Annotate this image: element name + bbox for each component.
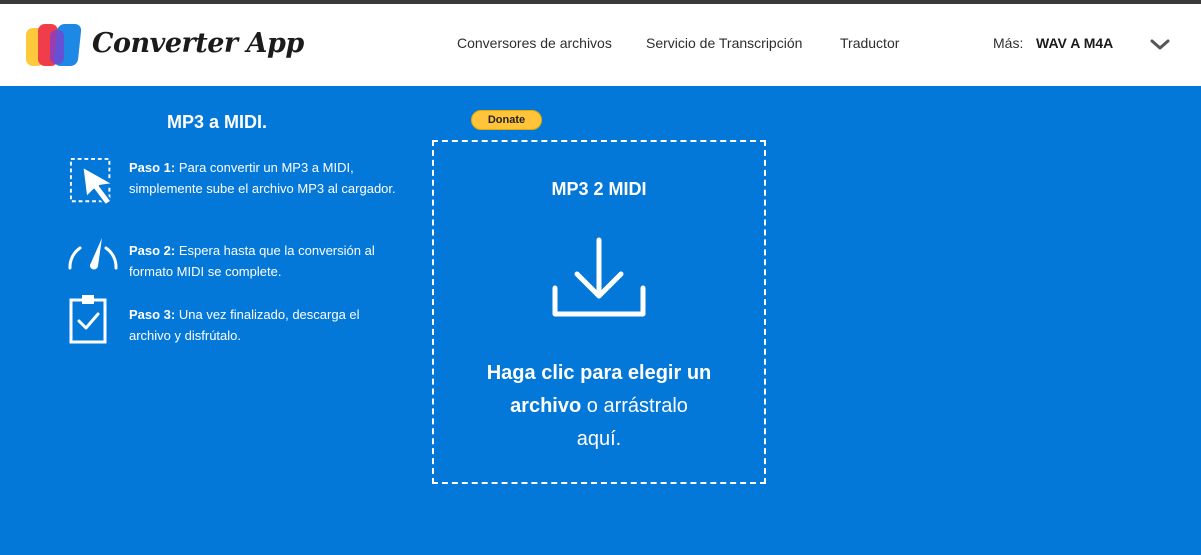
step-3-text: Paso 3: Una vez finalizado, descarga el … bbox=[129, 304, 397, 346]
file-drop-zone[interactable]: MP3 2 MIDI Haga clic para elegir un arch… bbox=[432, 140, 766, 484]
donate-button[interactable]: Donate bbox=[471, 110, 542, 130]
site-header: Converter App Conversores de archivos Se… bbox=[0, 4, 1201, 86]
step-1-text: Paso 1: Para convertir un MP3 a MIDI, si… bbox=[129, 157, 397, 199]
converter-app-logo-icon[interactable] bbox=[24, 22, 84, 68]
upload-title: MP3 2 MIDI bbox=[551, 179, 647, 199]
nav-translator[interactable]: Traductor bbox=[840, 35, 899, 51]
step-2-text: Paso 2: Espera hasta que la conversión a… bbox=[129, 240, 397, 282]
download-icon bbox=[552, 237, 646, 317]
page-title: MP3 a MIDI. bbox=[166, 112, 268, 132]
step-3-label: Paso 3: bbox=[129, 307, 176, 322]
upload-instructions: Haga clic para elegir un archivo o arrás… bbox=[458, 357, 740, 456]
step-2-label: Paso 2: bbox=[129, 243, 176, 258]
cursor-select-icon bbox=[69, 157, 115, 207]
upload-cta-file[interactable]: archivo bbox=[510, 395, 581, 417]
upload-cta-primary[interactable]: Haga clic para elegir un bbox=[487, 362, 712, 384]
upload-cta-drag: o arrástralo bbox=[581, 395, 688, 417]
more-label: Más: bbox=[993, 35, 1024, 51]
nav-file-converters[interactable]: Conversores de archivos bbox=[457, 35, 612, 51]
upload-cta-here: aquí. bbox=[576, 428, 622, 450]
chevron-down-icon[interactable] bbox=[1150, 38, 1170, 52]
brand-name[interactable]: Converter App bbox=[92, 28, 304, 59]
nav-transcription-service[interactable]: Servicio de Transcripción bbox=[646, 35, 802, 51]
speedometer-icon bbox=[68, 238, 118, 270]
more-converter-link[interactable]: WAV A M4A bbox=[1036, 35, 1113, 51]
step-1-label: Paso 1: bbox=[129, 160, 176, 175]
clipboard-check-icon bbox=[69, 295, 107, 344]
